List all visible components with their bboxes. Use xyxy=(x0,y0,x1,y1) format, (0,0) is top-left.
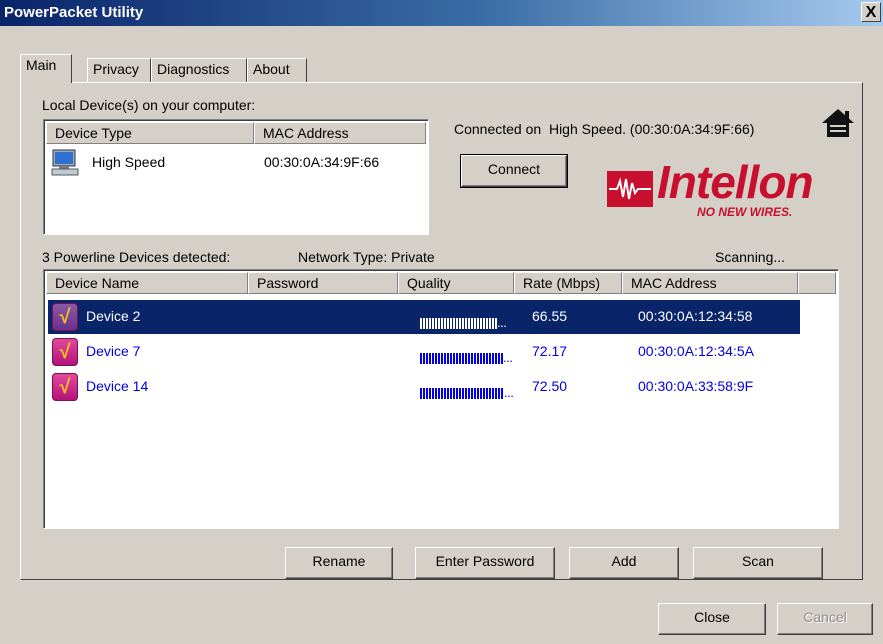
close-button[interactable]: Close xyxy=(658,603,766,635)
scan-button[interactable]: Scan xyxy=(693,547,823,579)
column-header-quality[interactable]: Quality xyxy=(398,272,514,294)
enter-password-button[interactable]: Enter Password xyxy=(415,547,555,579)
rename-button[interactable]: Rename xyxy=(285,547,393,579)
local-device-type: High Speed xyxy=(92,154,166,170)
device-row[interactable]: √ Device 2 ... 66.55 00:30:0A:12:34:58 xyxy=(48,300,800,334)
column-header-rate[interactable]: Rate (Mbps) xyxy=(514,272,622,294)
column-header-mac-address[interactable]: MAC Address xyxy=(622,272,798,294)
logo-wordmark: Intellon xyxy=(657,156,814,208)
device-mac: 00:30:0A:12:34:5A xyxy=(638,343,754,359)
column-header-mac-address[interactable]: MAC Address xyxy=(254,122,426,144)
column-header-device-type[interactable]: Device Type xyxy=(46,122,254,144)
tab-about[interactable]: About xyxy=(247,58,307,82)
scan-status: Scanning... xyxy=(715,249,786,265)
title-bar: PowerPacket Utility X xyxy=(0,0,883,26)
powerline-devices-list[interactable]: Device Name Password Quality Rate (Mbps)… xyxy=(43,269,839,529)
connection-status: Connected on High Speed. (00:30:0A:34:9F… xyxy=(454,121,755,137)
add-button[interactable]: Add xyxy=(569,547,679,579)
main-tab-panel: Local Device(s) on your computer: Device… xyxy=(20,82,863,580)
device-row[interactable]: √ Device 14 ... 72.50 00:30:0A:33:58:9F xyxy=(48,370,800,404)
local-device-mac: 00:30:0A:34:9F:66 xyxy=(264,154,380,170)
column-header-spacer xyxy=(798,272,836,294)
device-name: Device 7 xyxy=(86,343,141,359)
quality-indicator: ... xyxy=(420,350,513,365)
quality-indicator: ... xyxy=(420,385,514,400)
window-title: PowerPacket Utility xyxy=(4,4,144,21)
wave-icon xyxy=(607,171,653,207)
tab-main[interactable]: Main xyxy=(20,54,72,83)
cancel-button: Cancel xyxy=(777,603,873,635)
local-devices-label: Local Device(s) on your computer: xyxy=(42,97,256,113)
column-header-device-name[interactable]: Device Name xyxy=(46,272,248,294)
quality-ellipsis: ... xyxy=(504,385,514,400)
device-rate: 72.17 xyxy=(532,343,568,359)
device-name: Device 14 xyxy=(86,378,149,394)
local-device-row[interactable]: High Speed 00:30:0A:34:9F:66 xyxy=(46,146,426,180)
powerline-device-icon: √ xyxy=(52,303,78,331)
device-rate: 66.55 xyxy=(532,308,568,324)
powerline-device-icon: √ xyxy=(52,373,78,401)
column-header-password[interactable]: Password xyxy=(248,272,398,294)
device-mac: 00:30:0A:12:34:58 xyxy=(638,308,753,324)
logo-tagline: NO NEW WIRES. xyxy=(697,205,793,219)
device-row[interactable]: √ Device 7 ... 72.17 00:30:0A:12:34:5A xyxy=(48,335,800,369)
network-type-label: Network Type: Private xyxy=(298,249,435,265)
quality-ellipsis: ... xyxy=(497,315,507,330)
local-devices-list[interactable]: Device Type MAC Address High Speed 00:30… xyxy=(43,119,429,235)
computer-icon xyxy=(50,148,80,181)
tab-privacy[interactable]: Privacy xyxy=(87,58,151,82)
powerline-device-icon: √ xyxy=(52,338,78,366)
quality-ellipsis: ... xyxy=(503,350,513,365)
devices-detected-label: 3 Powerline Devices detected: xyxy=(42,249,231,265)
home-icon xyxy=(821,107,855,142)
device-name: Device 2 xyxy=(86,308,141,324)
intellon-logo: Intellon NO NEW WIRES. xyxy=(607,156,814,221)
device-rate: 72.50 xyxy=(532,378,568,394)
device-mac: 00:30:0A:33:58:9F xyxy=(638,378,754,394)
close-icon[interactable]: X xyxy=(861,2,881,22)
tab-diagnostics[interactable]: Diagnostics xyxy=(151,58,247,82)
quality-indicator: ... xyxy=(420,315,507,330)
connect-button[interactable]: Connect xyxy=(460,154,568,188)
